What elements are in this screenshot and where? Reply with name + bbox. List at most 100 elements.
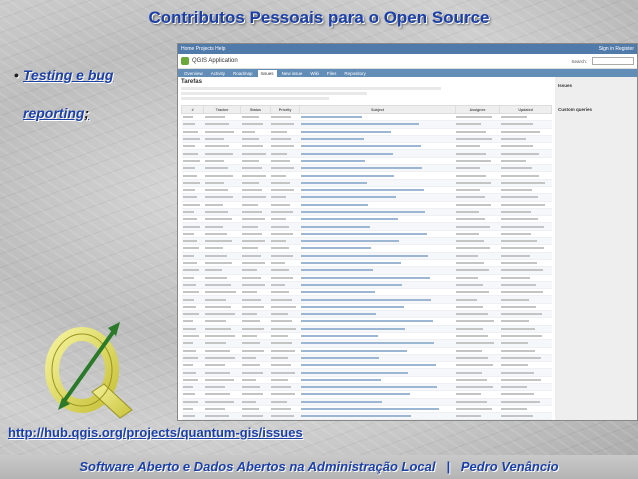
table-cell bbox=[270, 179, 300, 187]
table-cell bbox=[240, 303, 271, 312]
top-menu-right: Sign in Register bbox=[598, 46, 634, 52]
table-row[interactable] bbox=[181, 332, 552, 341]
top-menu-left: Home Projects Help bbox=[181, 46, 226, 52]
column-header[interactable]: Subject bbox=[299, 105, 456, 114]
table-cell bbox=[181, 164, 204, 173]
table-row[interactable] bbox=[181, 164, 552, 173]
table-row[interactable] bbox=[181, 412, 552, 420]
table-cell bbox=[299, 208, 456, 217]
table-row[interactable] bbox=[181, 237, 552, 246]
table-cell bbox=[455, 120, 500, 129]
sidebar-link[interactable]: ​ bbox=[558, 98, 634, 103]
tab-activity[interactable]: Activity bbox=[208, 70, 228, 77]
column-header[interactable]: Priority bbox=[269, 105, 301, 114]
table-row[interactable] bbox=[181, 347, 552, 355]
table-row[interactable] bbox=[181, 142, 552, 151]
table-cell bbox=[270, 347, 300, 355]
table-cell bbox=[455, 201, 500, 209]
table-row[interactable] bbox=[181, 149, 552, 158]
table-row[interactable] bbox=[181, 368, 552, 377]
table-row[interactable] bbox=[181, 288, 552, 297]
table-row[interactable] bbox=[181, 354, 552, 363]
table-row[interactable] bbox=[181, 222, 552, 231]
table-row[interactable] bbox=[181, 317, 552, 326]
table-row[interactable] bbox=[181, 252, 552, 260]
table-cell bbox=[240, 244, 271, 253]
table-row[interactable] bbox=[181, 186, 552, 195]
table-cell bbox=[270, 208, 300, 217]
table-cell bbox=[455, 274, 500, 282]
table-cell bbox=[240, 208, 271, 217]
column-header[interactable]: Updated bbox=[499, 105, 552, 114]
table-cell bbox=[270, 113, 300, 122]
table-cell bbox=[240, 135, 271, 144]
table-row[interactable] bbox=[181, 120, 552, 129]
issues-url-link[interactable]: http://hub.qgis.org/projects/quantum-gis… bbox=[8, 425, 303, 440]
table-row[interactable] bbox=[181, 157, 552, 166]
table-cell bbox=[455, 179, 500, 187]
table-cell bbox=[270, 325, 300, 333]
column-header[interactable]: Status bbox=[240, 105, 271, 114]
table-row[interactable] bbox=[181, 128, 552, 136]
table-row[interactable] bbox=[181, 325, 552, 333]
table-cell bbox=[181, 230, 204, 239]
column-header[interactable]: # bbox=[180, 105, 205, 114]
table-row[interactable] bbox=[181, 179, 552, 187]
table-row[interactable] bbox=[181, 295, 552, 304]
table-cell bbox=[181, 339, 204, 348]
table-row[interactable] bbox=[181, 171, 552, 180]
table-row[interactable] bbox=[181, 266, 552, 275]
table-cell bbox=[299, 171, 456, 180]
table-row[interactable] bbox=[181, 310, 552, 319]
search-input[interactable] bbox=[592, 57, 634, 65]
table-row[interactable] bbox=[181, 339, 552, 348]
tab-overview[interactable]: Overview bbox=[181, 70, 206, 77]
table-cell bbox=[299, 405, 456, 414]
table-cell bbox=[240, 274, 271, 282]
table-row[interactable] bbox=[181, 419, 552, 420]
table-cell bbox=[181, 186, 204, 195]
table-row[interactable] bbox=[181, 193, 552, 202]
table-cell bbox=[181, 252, 204, 260]
table-cell bbox=[203, 237, 241, 246]
table-row[interactable] bbox=[181, 383, 552, 392]
tab-new-issue[interactable]: New issue bbox=[279, 70, 306, 77]
table-cell bbox=[203, 390, 241, 399]
table-cell bbox=[203, 368, 241, 377]
table-row[interactable] bbox=[181, 303, 552, 312]
table-cell bbox=[299, 186, 456, 195]
tab-repository[interactable]: Repository bbox=[341, 70, 369, 77]
table-row[interactable] bbox=[181, 244, 552, 253]
table-row[interactable] bbox=[181, 259, 552, 268]
table-cell bbox=[299, 354, 456, 363]
tab-files[interactable]: Files bbox=[324, 70, 340, 77]
table-row[interactable] bbox=[181, 274, 552, 282]
table-row[interactable] bbox=[181, 208, 552, 217]
table-row[interactable] bbox=[181, 281, 552, 290]
table-cell bbox=[299, 135, 456, 144]
table-row[interactable] bbox=[181, 398, 552, 406]
table-cell bbox=[181, 244, 204, 253]
table-row[interactable] bbox=[181, 135, 552, 144]
sidebar-link[interactable]: ​ bbox=[558, 147, 634, 152]
tab-wiki[interactable]: Wiki bbox=[307, 70, 322, 77]
table-cell bbox=[240, 237, 271, 246]
table-row[interactable] bbox=[181, 230, 552, 239]
table-row[interactable] bbox=[181, 215, 552, 224]
column-header[interactable]: Tracker bbox=[203, 105, 242, 114]
table-row[interactable] bbox=[181, 405, 552, 414]
tab-roadmap[interactable]: Roadmap bbox=[230, 70, 256, 77]
table-row[interactable] bbox=[181, 201, 552, 209]
table-cell bbox=[499, 237, 552, 246]
table-cell bbox=[499, 419, 552, 420]
table-cell bbox=[270, 149, 300, 158]
column-header[interactable]: Assignee bbox=[454, 105, 501, 114]
table-row[interactable] bbox=[181, 376, 552, 385]
issues-heading: Tarefas bbox=[181, 79, 202, 85]
table-cell bbox=[240, 128, 271, 136]
tab-issues[interactable]: Issues bbox=[257, 70, 277, 77]
table-row[interactable] bbox=[181, 113, 552, 122]
table-cell bbox=[299, 325, 456, 333]
table-row[interactable] bbox=[181, 361, 552, 370]
table-row[interactable] bbox=[181, 390, 552, 399]
